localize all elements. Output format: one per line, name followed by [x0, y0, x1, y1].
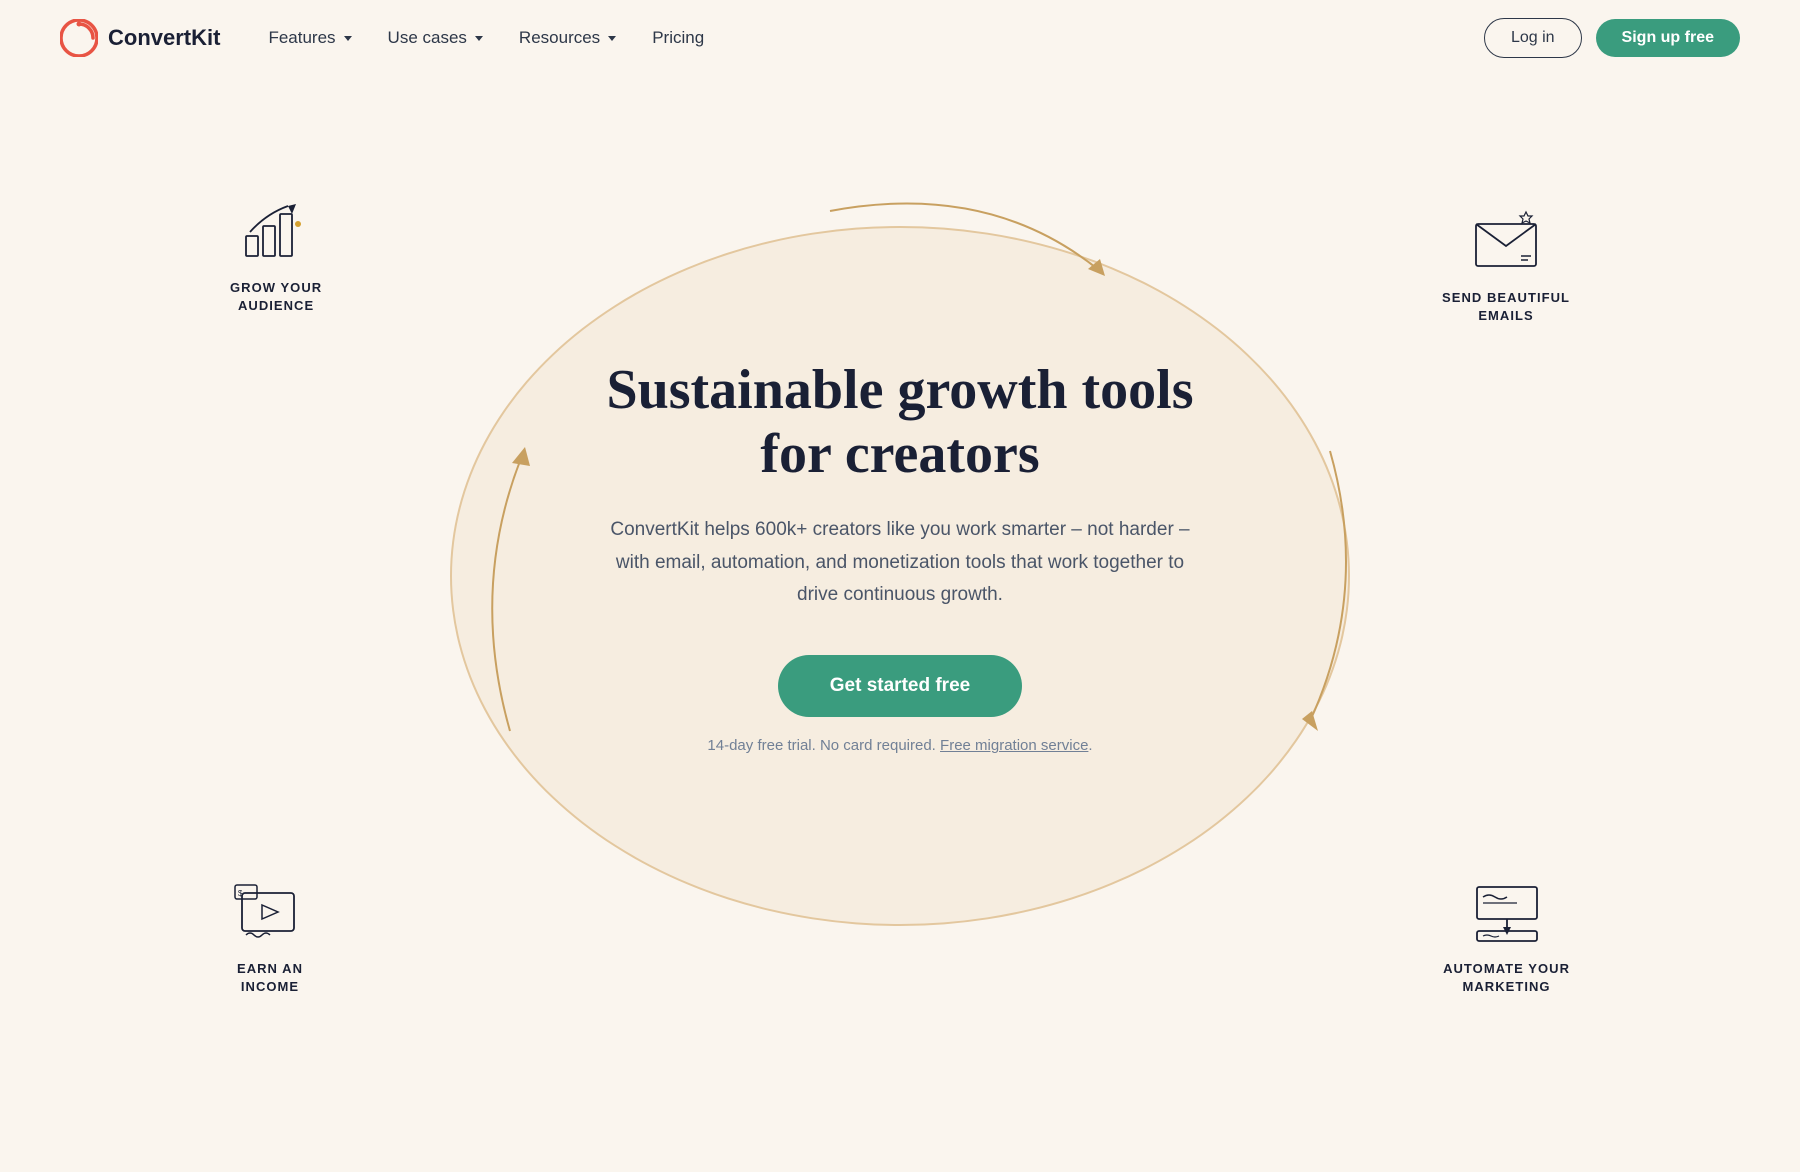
send-emails-label: SEND BEAUTIFULEMAILS	[1442, 289, 1570, 325]
chevron-down-icon	[608, 36, 616, 41]
envelope-icon	[1466, 206, 1546, 276]
nav-resources[interactable]: Resources	[519, 28, 616, 48]
nav-features[interactable]: Features	[268, 28, 351, 48]
nav-pricing[interactable]: Pricing	[652, 28, 704, 48]
navbar: ConvertKit Features Use cases Resources …	[0, 0, 1800, 76]
login-button[interactable]: Log in	[1484, 18, 1582, 58]
income-card-icon: $	[230, 877, 310, 947]
logo[interactable]: ConvertKit	[60, 19, 220, 57]
nav-use-cases[interactable]: Use cases	[388, 28, 483, 48]
signup-button[interactable]: Sign up free	[1596, 19, 1740, 57]
chart-growth-icon	[236, 196, 316, 266]
nav-actions: Log in Sign up free	[1484, 18, 1740, 58]
automation-monitor-icon	[1467, 877, 1547, 947]
hero-fine-print: 14-day free trial. No card required. Fre…	[570, 737, 1230, 754]
feature-automate-marketing: AUTOMATE YOURMARKETING	[1443, 877, 1570, 996]
hero-section: GROW YOURAUDIENCE SEND BEAUTIFULEMAILS $	[0, 76, 1800, 1076]
automate-marketing-label: AUTOMATE YOURMARKETING	[1443, 960, 1570, 996]
svg-text:$: $	[238, 889, 243, 898]
chevron-down-icon	[344, 36, 352, 41]
logo-text: ConvertKit	[108, 25, 220, 51]
earn-income-label: EARN ANINCOME	[230, 960, 310, 996]
nav-links: Features Use cases Resources Pricing	[268, 28, 1484, 48]
chevron-down-icon	[475, 36, 483, 41]
grow-audience-label: GROW YOURAUDIENCE	[230, 279, 322, 315]
feature-earn-income: $ EARN ANINCOME	[230, 877, 310, 996]
hero-center-content: Sustainable growth tools for creators Co…	[550, 338, 1250, 775]
hero-title: Sustainable growth tools for creators	[570, 358, 1230, 487]
feature-send-emails: SEND BEAUTIFULEMAILS	[1442, 206, 1570, 325]
hero-subtitle: ConvertKit helps 600k+ creators like you…	[600, 514, 1200, 611]
get-started-button[interactable]: Get started free	[778, 655, 1022, 717]
migration-link[interactable]: Free migration service	[940, 737, 1088, 754]
feature-grow-audience: GROW YOURAUDIENCE	[230, 196, 322, 315]
convertkit-logo-icon	[60, 19, 98, 57]
